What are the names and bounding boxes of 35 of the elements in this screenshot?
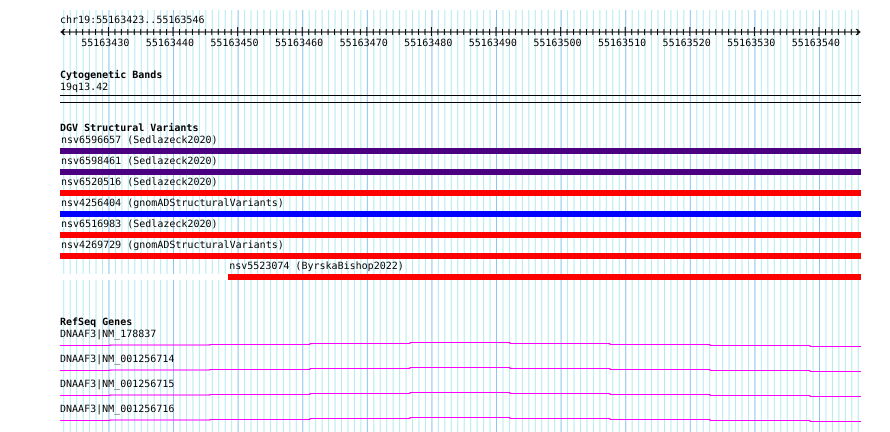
variant-label: nsv6520516 (Sedlazeck2020) bbox=[60, 177, 218, 189]
ruler-tick-label: 55163490 bbox=[468, 38, 518, 50]
ruler-tick-label: 55163540 bbox=[790, 38, 841, 50]
track-title: RefSeq Genes bbox=[60, 317, 134, 329]
variant-label: nsv5523074 (ByrskaBishop2022) bbox=[228, 261, 404, 273]
band-label: 19q13.42 bbox=[60, 82, 110, 94]
ruler-tick-label: 55163460 bbox=[274, 38, 324, 50]
variant-label: nsv4269729 (gnomADStructuralVariants) bbox=[60, 240, 284, 252]
variant-bar[interactable] bbox=[60, 253, 861, 259]
variant-bar[interactable] bbox=[60, 232, 861, 238]
ruler-tick-label: 55163440 bbox=[144, 38, 195, 50]
ruler-tick-label: 55163480 bbox=[403, 38, 454, 50]
gene-label: DNAAF3|NM_001256714 bbox=[60, 354, 176, 366]
track-title: Cytogenetic Bands bbox=[60, 70, 164, 82]
variant-label: nsv6598461 (Sedlazeck2020) bbox=[60, 156, 218, 168]
variant-bar[interactable] bbox=[228, 274, 861, 280]
gene-label: DNAAF3|NM_001256715 bbox=[60, 379, 176, 391]
gene-label: DNAAF3|NM_178837 bbox=[60, 329, 158, 341]
location-label: chr19:55163423..55163546 bbox=[60, 15, 206, 27]
ruler-tick-label: 55163430 bbox=[80, 38, 130, 50]
variant-label: nsv6516983 (Sedlazeck2020) bbox=[60, 219, 218, 231]
ruler-tick-label: 55163510 bbox=[596, 38, 648, 50]
variant-label: nsv6596657 (Sedlazeck2020) bbox=[60, 135, 218, 147]
ruler-tick-label: 55163450 bbox=[209, 38, 260, 50]
variant-label: nsv4256404 (gnomADStructuralVariants) bbox=[60, 198, 284, 210]
variant-bar[interactable] bbox=[60, 169, 861, 175]
variant-bar[interactable] bbox=[60, 211, 861, 217]
ruler-tick-label: 55163470 bbox=[338, 38, 389, 50]
ruler-tick-label: 55163520 bbox=[662, 38, 712, 50]
gene-label: DNAAF3|NM_001256716 bbox=[60, 404, 176, 416]
ruler-tick-label: 55163530 bbox=[726, 38, 776, 50]
variant-bar[interactable] bbox=[60, 190, 861, 196]
track-title: DGV Structural Variants bbox=[60, 123, 200, 135]
variant-bar[interactable] bbox=[60, 148, 861, 154]
ruler-tick-label: 55163500 bbox=[532, 38, 583, 50]
